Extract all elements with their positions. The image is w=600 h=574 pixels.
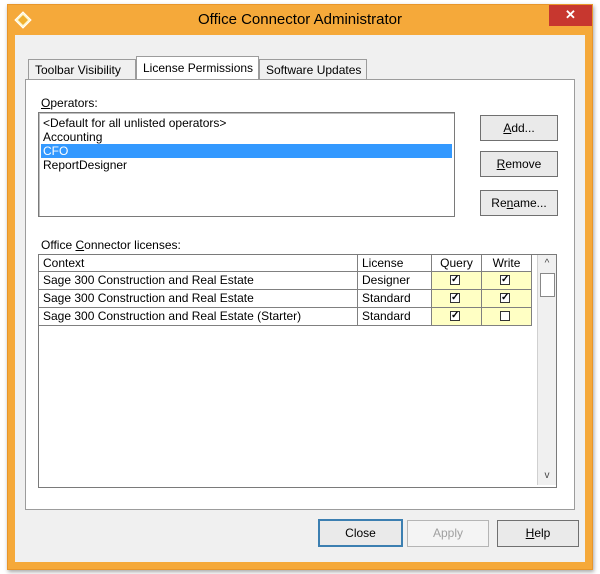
query-checkbox-row-2[interactable]: ✓ <box>450 293 460 303</box>
operator-item-cfo[interactable]: CFO <box>41 144 452 158</box>
license-row-1-context[interactable]: Sage 300 Construction and Real Estate <box>39 272 358 290</box>
license-row-2-license[interactable]: Standard <box>358 290 432 308</box>
help-button[interactable]: Help <box>497 520 579 547</box>
grid-vertical-scrollbar[interactable]: ^ v <box>537 255 556 485</box>
operator-item-accounting[interactable]: Accounting <box>41 130 452 144</box>
query-checkbox-row-1[interactable]: ✓ <box>450 275 460 285</box>
license-row-3-context[interactable]: Sage 300 Construction and Real Estate (S… <box>39 308 358 326</box>
apply-button[interactable]: Apply <box>407 520 489 547</box>
tab-license-permissions[interactable]: License Permissions <box>136 56 259 79</box>
checkmark-icon: ✓ <box>451 310 460 321</box>
close-window-button[interactable]: ✕ <box>549 5 592 26</box>
scroll-up-arrow-icon[interactable]: ^ <box>538 255 556 273</box>
checkmark-icon: ✓ <box>501 274 510 285</box>
scroll-thumb[interactable] <box>540 273 555 297</box>
licenses-label: Office Connector licenses: <box>41 238 181 252</box>
tab-toolbar-visibility[interactable]: Toolbar Visibility <box>28 59 136 79</box>
column-header-write[interactable]: Write <box>482 255 532 272</box>
write-checkbox-row-3[interactable] <box>500 311 510 321</box>
scroll-down-arrow-icon[interactable]: v <box>538 467 556 485</box>
checkmark-icon: ✓ <box>451 274 460 285</box>
column-header-license[interactable]: License <box>358 255 432 272</box>
license-row-2-context[interactable]: Sage 300 Construction and Real Estate <box>39 290 358 308</box>
operator-item-reportdesigner[interactable]: ReportDesigner <box>41 158 452 172</box>
operator-item-default[interactable]: <Default for all unlisted operators> <box>41 116 452 130</box>
write-checkbox-row-1[interactable]: ✓ <box>500 275 510 285</box>
license-row-1-query-cell: ✓ <box>432 272 482 290</box>
window-title: Office Connector Administrator <box>198 11 402 28</box>
license-row-1-write-cell: ✓ <box>482 272 532 290</box>
licenses-grid[interactable]: Context License Query Write Sage 300 Con… <box>38 254 557 488</box>
title-bar[interactable]: Office Connector Administrator ✕ <box>8 5 592 35</box>
license-row-1-license[interactable]: Designer <box>358 272 432 290</box>
close-button[interactable]: Close <box>318 519 403 547</box>
add-operator-button[interactable]: Add... <box>480 115 558 141</box>
license-row-2-query-cell: ✓ <box>432 290 482 308</box>
column-header-context[interactable]: Context <box>39 255 358 272</box>
write-checkbox-row-2[interactable]: ✓ <box>500 293 510 303</box>
license-row-3-query-cell: ✓ <box>432 308 482 326</box>
query-checkbox-row-3[interactable]: ✓ <box>450 311 460 321</box>
license-row-2-write-cell: ✓ <box>482 290 532 308</box>
tab-software-updates[interactable]: Software Updates <box>259 59 367 79</box>
operators-label: Operators: <box>41 96 98 110</box>
rename-operator-button[interactable]: Rename... <box>480 190 558 216</box>
remove-operator-button[interactable]: Remove <box>480 151 558 177</box>
checkmark-icon: ✓ <box>451 292 460 303</box>
operators-listbox[interactable]: <Default for all unlisted operators> Acc… <box>38 112 455 217</box>
column-header-query[interactable]: Query <box>432 255 482 272</box>
checkmark-icon: ✓ <box>501 292 510 303</box>
license-row-3-write-cell <box>482 308 532 326</box>
license-row-3-license[interactable]: Standard <box>358 308 432 326</box>
